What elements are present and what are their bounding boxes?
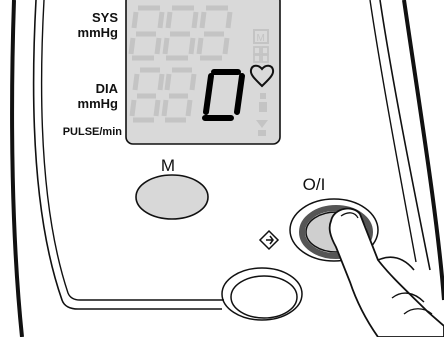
sys-text: SYS bbox=[91, 10, 118, 25]
pointing-finger bbox=[328, 207, 444, 337]
pulse-label: PULSE/min bbox=[44, 125, 122, 140]
pulse-text: PULSE/min bbox=[62, 126, 122, 138]
memory-button[interactable] bbox=[135, 174, 209, 220]
device-illustration: M M O/I bbox=[10, 0, 444, 337]
start-button[interactable] bbox=[230, 275, 298, 319]
dia-label: DIA mmHg bbox=[60, 81, 118, 111]
device-body-outline bbox=[10, 0, 24, 337]
mem-indicator: M bbox=[257, 33, 265, 44]
sys-label: SYS mmHg bbox=[60, 10, 118, 40]
sys-unit: mmHg bbox=[77, 25, 118, 40]
dia-text: DIA bbox=[95, 81, 118, 96]
dia-unit: mmHg bbox=[77, 96, 118, 111]
memory-button-label: M bbox=[161, 156, 175, 175]
start-diamond-icon bbox=[258, 229, 280, 251]
power-button-label: O/I bbox=[303, 175, 326, 194]
device-body-outline-right bbox=[402, 0, 444, 301]
